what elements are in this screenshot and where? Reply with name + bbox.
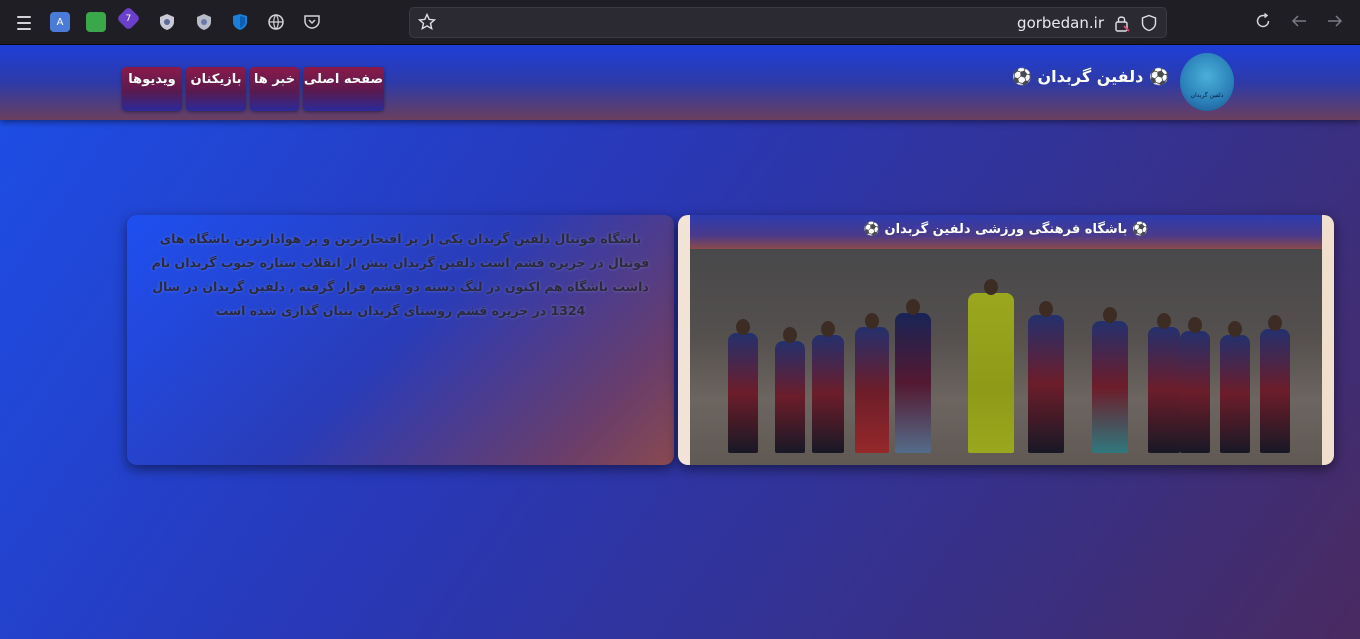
translate-extension-icon[interactable]: A bbox=[50, 12, 70, 32]
photo-card: ⚽ باشگاه فرهنگی ورزشی دلفین گربدان ⚽ bbox=[678, 215, 1334, 465]
translate-extension-label: A bbox=[56, 16, 64, 28]
site-title: ⚽ دلفین گربدان ⚽ bbox=[1012, 67, 1169, 86]
photo-card-title: ⚽ باشگاه فرهنگی ورزشی دلفین گربدان ⚽ bbox=[690, 215, 1322, 249]
lock-icon[interactable] bbox=[1114, 14, 1130, 32]
address-bar[interactable]: gorbedan.ir bbox=[409, 7, 1167, 38]
nav-players-button[interactable]: بازیکنان bbox=[186, 67, 246, 111]
logo-text: دلفین گربدان bbox=[1190, 92, 1224, 99]
menu-icon[interactable] bbox=[10, 12, 38, 34]
team-photo bbox=[690, 249, 1322, 465]
page-background: دلفین گربدان ⚽ دلفین گربدان ⚽ صفحه اصلی … bbox=[0, 45, 1360, 639]
site-header: دلفین گربدان ⚽ دلفین گربدان ⚽ صفحه اصلی … bbox=[0, 45, 1360, 120]
tracking-shield-icon[interactable] bbox=[1140, 14, 1158, 32]
forward-arrow-icon[interactable] bbox=[1326, 12, 1346, 32]
pocket-icon[interactable] bbox=[302, 12, 322, 32]
nav-news-button[interactable]: خبر ها bbox=[250, 67, 299, 111]
privacy-shield-icon[interactable] bbox=[157, 12, 177, 32]
nav-videos-button[interactable]: ویدیوها bbox=[122, 67, 182, 111]
bookmark-star-icon[interactable] bbox=[417, 12, 438, 33]
site-logo[interactable]: دلفین گربدان bbox=[1180, 53, 1234, 111]
browser-toolbar: A 7 gorbedan.ir bbox=[0, 0, 1360, 45]
bitwarden-icon[interactable] bbox=[230, 12, 250, 32]
back-arrow-icon[interactable] bbox=[1290, 12, 1310, 32]
intro-text: باشگاه فوتبال دلفین گربدان یکی از پر افت… bbox=[151, 231, 650, 318]
nav-home-button[interactable]: صفحه اصلی bbox=[303, 67, 384, 111]
purple-extension-icon[interactable]: 7 bbox=[116, 6, 141, 31]
globe-icon[interactable] bbox=[266, 12, 286, 32]
green-extension-icon[interactable] bbox=[86, 12, 106, 32]
url-text[interactable]: gorbedan.ir bbox=[1017, 14, 1104, 32]
intro-card: باشگاه فوتبال دلفین گربدان یکی از پر افت… bbox=[127, 215, 674, 465]
ublock-shield-icon[interactable] bbox=[194, 12, 214, 32]
extension-badge: 7 bbox=[125, 13, 132, 24]
reload-icon[interactable] bbox=[1254, 12, 1274, 32]
photo-shade bbox=[690, 249, 1322, 465]
